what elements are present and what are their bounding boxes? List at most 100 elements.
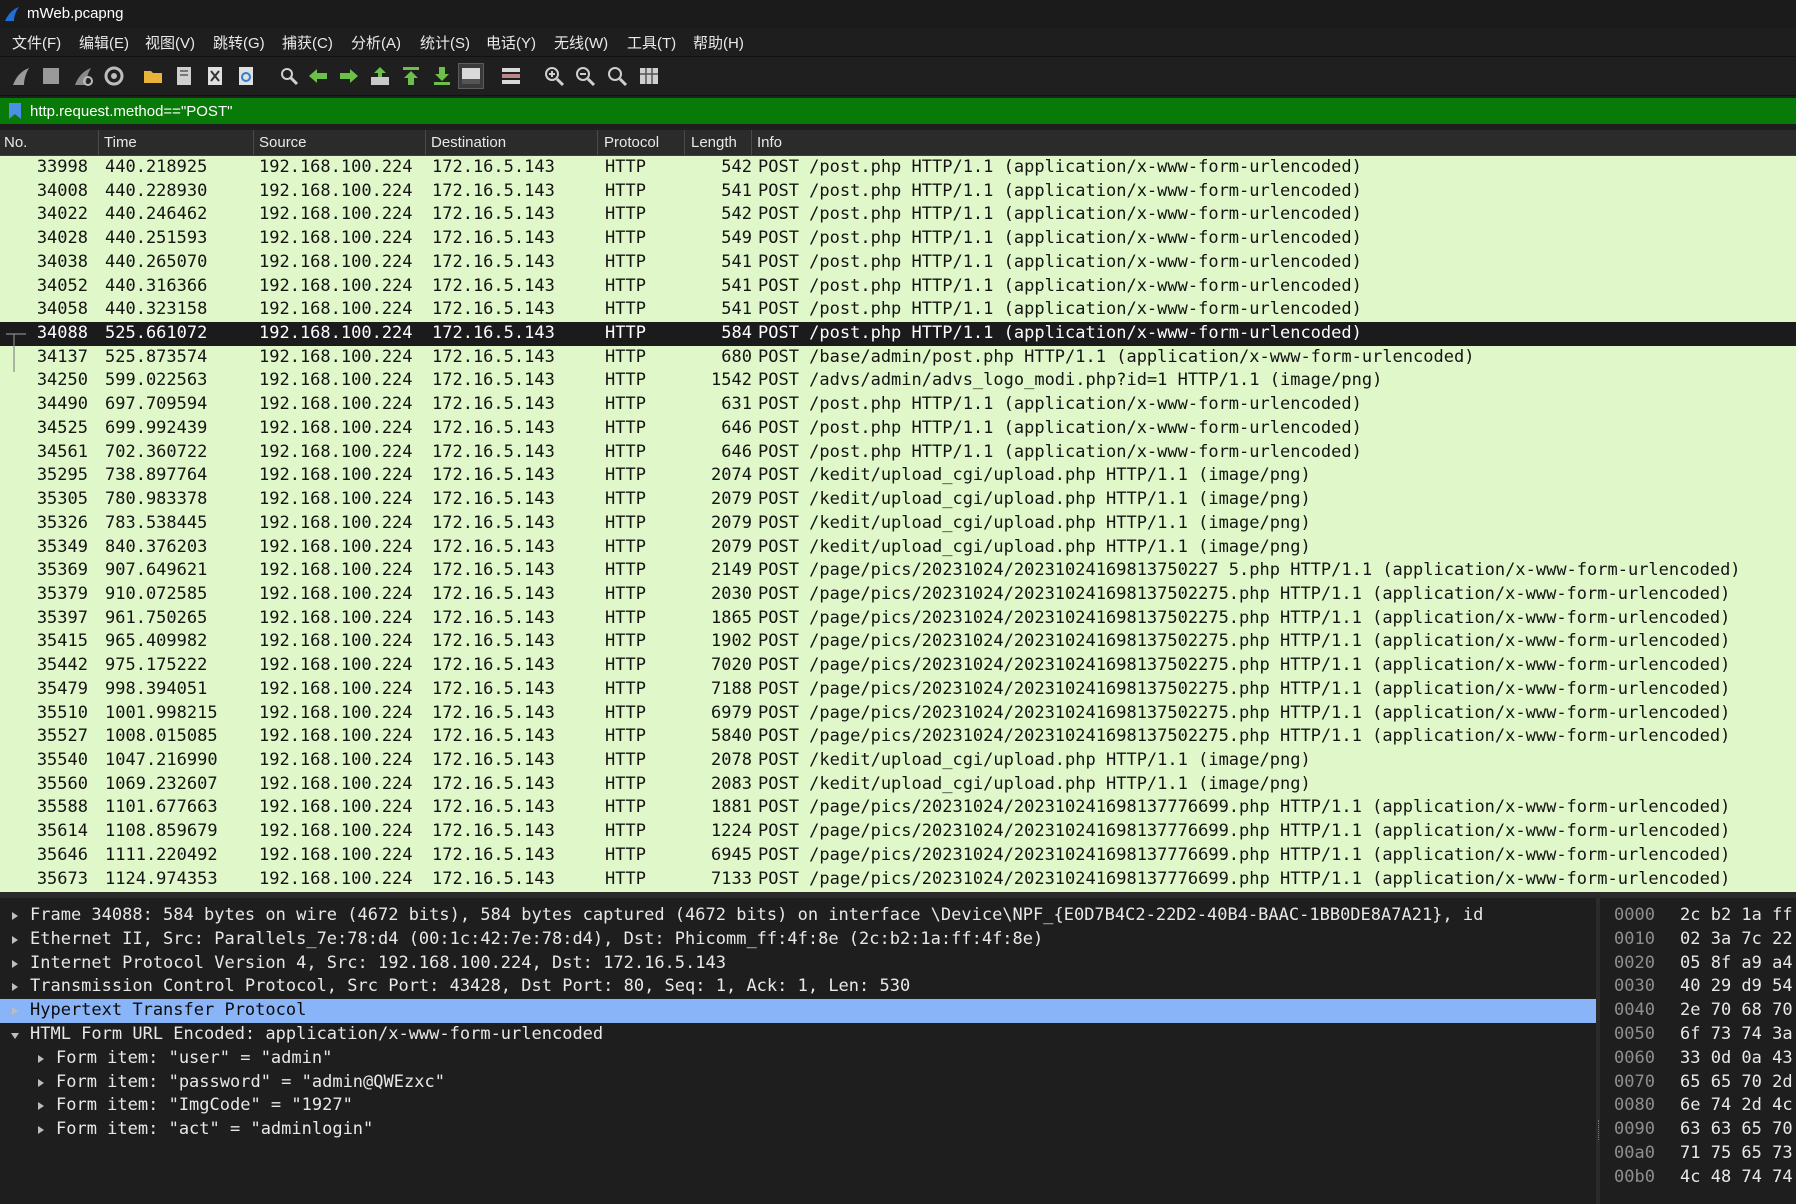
packet-row[interactable]: 34088 525.661072 192.168.100.224 172.16.5.1…: [0, 322, 1796, 346]
detail-tree-item[interactable]: Form item: "act" = "adminlogin": [0, 1118, 1596, 1142]
resize-columns-icon[interactable]: [636, 63, 662, 89]
packet-row[interactable]: 35442 975.175222 192.168.100.224 172.16.5.1…: [0, 654, 1796, 678]
packet-row[interactable]: 35588 1101.677663 192.168.100.224 172.16.5.…: [0, 796, 1796, 820]
packet-row[interactable]: 35326 783.538445 192.168.100.224 172.16.5.1…: [0, 512, 1796, 536]
go-forward-icon[interactable]: [336, 63, 362, 89]
menu-analyze[interactable]: 分析(A): [351, 32, 401, 53]
detail-tree-item[interactable]: Transmission Control Protocol, Src Port:…: [0, 975, 1596, 999]
packet-row[interactable]: 34137 525.873574 192.168.100.224 172.16.5.1…: [0, 346, 1796, 370]
packet-row[interactable]: 34052 440.316366 192.168.100.224 172.16.5.1…: [0, 275, 1796, 299]
detail-tree-item[interactable]: HTML Form URL Encoded: application/x-www…: [0, 1023, 1596, 1047]
detail-tree-item[interactable]: Ethernet II, Src: Parallels_7e:78:d4 (00…: [0, 928, 1596, 952]
column-protocol[interactable]: Protocol: [604, 134, 659, 151]
packet-row[interactable]: 34028 440.251593 192.168.100.224 172.16.5.1…: [0, 227, 1796, 251]
hex-bytes[interactable]: 65 65 70 2d: [1680, 1071, 1793, 1095]
collapsed-arrow-icon[interactable]: [38, 1078, 44, 1087]
find-packet-icon[interactable]: [276, 63, 302, 89]
zoom-out-icon[interactable]: [572, 63, 598, 89]
menu-tools[interactable]: 工具(T): [627, 32, 676, 53]
column-no[interactable]: No.: [4, 134, 27, 151]
hex-bytes[interactable]: 40 29 d9 54: [1680, 975, 1793, 999]
go-to-packet-icon[interactable]: [367, 63, 393, 89]
packet-row[interactable]: 35349 840.376203 192.168.100.224 172.16.5.1…: [0, 536, 1796, 560]
column-length[interactable]: Length: [691, 134, 737, 151]
packet-row[interactable]: 35673 1124.974353 192.168.100.224 172.16.5.…: [0, 868, 1796, 892]
collapsed-arrow-icon[interactable]: [12, 959, 18, 968]
packet-row[interactable]: 34561 702.360722 192.168.100.224 172.16.5.1…: [0, 441, 1796, 465]
open-folder-icon[interactable]: [140, 63, 166, 89]
menu-file[interactable]: 文件(F): [12, 32, 61, 53]
detail-tree-item[interactable]: Hypertext Transfer Protocol: [0, 999, 1596, 1023]
reload-file-icon[interactable]: [233, 63, 259, 89]
go-back-icon[interactable]: [305, 63, 331, 89]
packet-row[interactable]: 35479 998.394051 192.168.100.224 172.16.5.1…: [0, 678, 1796, 702]
hex-bytes[interactable]: 02 3a 7c 22: [1680, 928, 1793, 952]
save-file-icon[interactable]: [171, 63, 197, 89]
hex-bytes[interactable]: 6e 74 2d 4c: [1680, 1094, 1793, 1118]
packet-bytes-pane[interactable]: 0000 2c b2 1a ff 0010 02 3a 7c 22 0020 05 8f …: [1600, 898, 1796, 1204]
packet-row[interactable]: 34490 697.709594 192.168.100.224 172.16.5.1…: [0, 393, 1796, 417]
collapsed-arrow-icon[interactable]: [38, 1102, 44, 1111]
packet-list[interactable]: No. Time Source Destination Protocol Len…: [0, 130, 1796, 892]
detail-tree-item[interactable]: Frame 34088: 584 bytes on wire (4672 bit…: [0, 904, 1596, 928]
restart-capture-icon[interactable]: [70, 63, 96, 89]
packet-row[interactable]: 34250 599.022563 192.168.100.224 172.16.5.1…: [0, 369, 1796, 393]
menu-telephony[interactable]: 电话(Y): [486, 32, 536, 53]
hex-bytes[interactable]: 71 75 65 73: [1680, 1142, 1793, 1166]
collapsed-arrow-icon[interactable]: [12, 935, 18, 944]
packet-row[interactable]: 35369 907.649621 192.168.100.224 172.16.5.1…: [0, 559, 1796, 583]
stop-capture-icon[interactable]: [38, 63, 64, 89]
detail-tree-item[interactable]: Form item: "password" = "admin@QWEzxc": [0, 1071, 1596, 1095]
menu-help[interactable]: 帮助(H): [693, 32, 744, 53]
packet-row[interactable]: 35614 1108.859679 192.168.100.224 172.16.5.…: [0, 820, 1796, 844]
packet-row[interactable]: 34022 440.246462 192.168.100.224 172.16.5.1…: [0, 203, 1796, 227]
packet-row[interactable]: 35646 1111.220492 192.168.100.224 172.16.5.…: [0, 844, 1796, 868]
menu-statistics[interactable]: 统计(S): [420, 32, 470, 53]
hex-bytes[interactable]: 2e 70 68 70: [1680, 999, 1793, 1023]
expanded-arrow-icon[interactable]: [11, 1033, 19, 1039]
packet-row[interactable]: 34008 440.228930 192.168.100.224 172.16.5.1…: [0, 180, 1796, 204]
packet-row[interactable]: 34058 440.323158 192.168.100.224 172.16.5.1…: [0, 298, 1796, 322]
detail-tree-item[interactable]: Form item: "user" = "admin": [0, 1047, 1596, 1071]
packet-row[interactable]: 35540 1047.216990 192.168.100.224 172.16.5.…: [0, 749, 1796, 773]
capture-options-icon[interactable]: [101, 63, 127, 89]
packet-row[interactable]: 34525 699.992439 192.168.100.224 172.16.5.1…: [0, 417, 1796, 441]
menu-go[interactable]: 跳转(G): [213, 32, 265, 53]
column-destination[interactable]: Destination: [431, 134, 506, 151]
hex-bytes[interactable]: 2c b2 1a ff: [1680, 904, 1793, 928]
zoom-normal-icon[interactable]: [604, 63, 630, 89]
column-time[interactable]: Time: [104, 134, 137, 151]
hex-bytes[interactable]: 63 63 65 70: [1680, 1118, 1793, 1142]
packet-row[interactable]: 35379 910.072585 192.168.100.224 172.16.5.1…: [0, 583, 1796, 607]
collapsed-arrow-icon[interactable]: [12, 1007, 18, 1016]
detail-tree-item[interactable]: Form item: "ImgCode" = "1927": [0, 1094, 1596, 1118]
hex-bytes[interactable]: 33 0d 0a 43: [1680, 1047, 1793, 1071]
hex-bytes[interactable]: 6f 73 74 3a: [1680, 1023, 1793, 1047]
hex-bytes[interactable]: 4c 48 74 74: [1680, 1166, 1793, 1190]
packet-row[interactable]: 33998 440.218925 192.168.100.224 172.16.5.1…: [0, 156, 1796, 180]
packet-row[interactable]: 35305 780.983378 192.168.100.224 172.16.5.1…: [0, 488, 1796, 512]
packet-row[interactable]: 35560 1069.232607 192.168.100.224 172.16.5.…: [0, 773, 1796, 797]
detail-tree-item[interactable]: Internet Protocol Version 4, Src: 192.16…: [0, 952, 1596, 976]
packet-row[interactable]: 34038 440.265070 192.168.100.224 172.16.5.1…: [0, 251, 1796, 275]
bookmark-icon[interactable]: [8, 102, 22, 120]
display-filter-input[interactable]: [30, 100, 1770, 122]
hex-bytes[interactable]: 05 8f a9 a4: [1680, 952, 1793, 976]
menu-view[interactable]: 视图(V): [145, 32, 195, 53]
collapsed-arrow-icon[interactable]: [38, 1054, 44, 1063]
column-info[interactable]: Info: [757, 134, 782, 151]
packet-row[interactable]: 35397 961.750265 192.168.100.224 172.16.5.1…: [0, 607, 1796, 631]
auto-scroll-icon[interactable]: [458, 63, 484, 89]
menu-capture[interactable]: 捕获(C): [282, 32, 333, 53]
close-file-icon[interactable]: [202, 63, 228, 89]
shark-fin-start-icon[interactable]: [8, 63, 34, 89]
packet-row[interactable]: 35510 1001.998215 192.168.100.224 172.16.5.…: [0, 702, 1796, 726]
go-first-icon[interactable]: [398, 63, 424, 89]
packet-row[interactable]: 35415 965.409982 192.168.100.224 172.16.5.1…: [0, 630, 1796, 654]
column-source[interactable]: Source: [259, 134, 307, 151]
packet-row[interactable]: 35295 738.897764 192.168.100.224 172.16.5.1…: [0, 464, 1796, 488]
menu-edit[interactable]: 编辑(E): [79, 32, 129, 53]
collapsed-arrow-icon[interactable]: [12, 912, 18, 920]
colorize-icon[interactable]: [498, 63, 524, 89]
go-last-icon[interactable]: [429, 63, 455, 89]
